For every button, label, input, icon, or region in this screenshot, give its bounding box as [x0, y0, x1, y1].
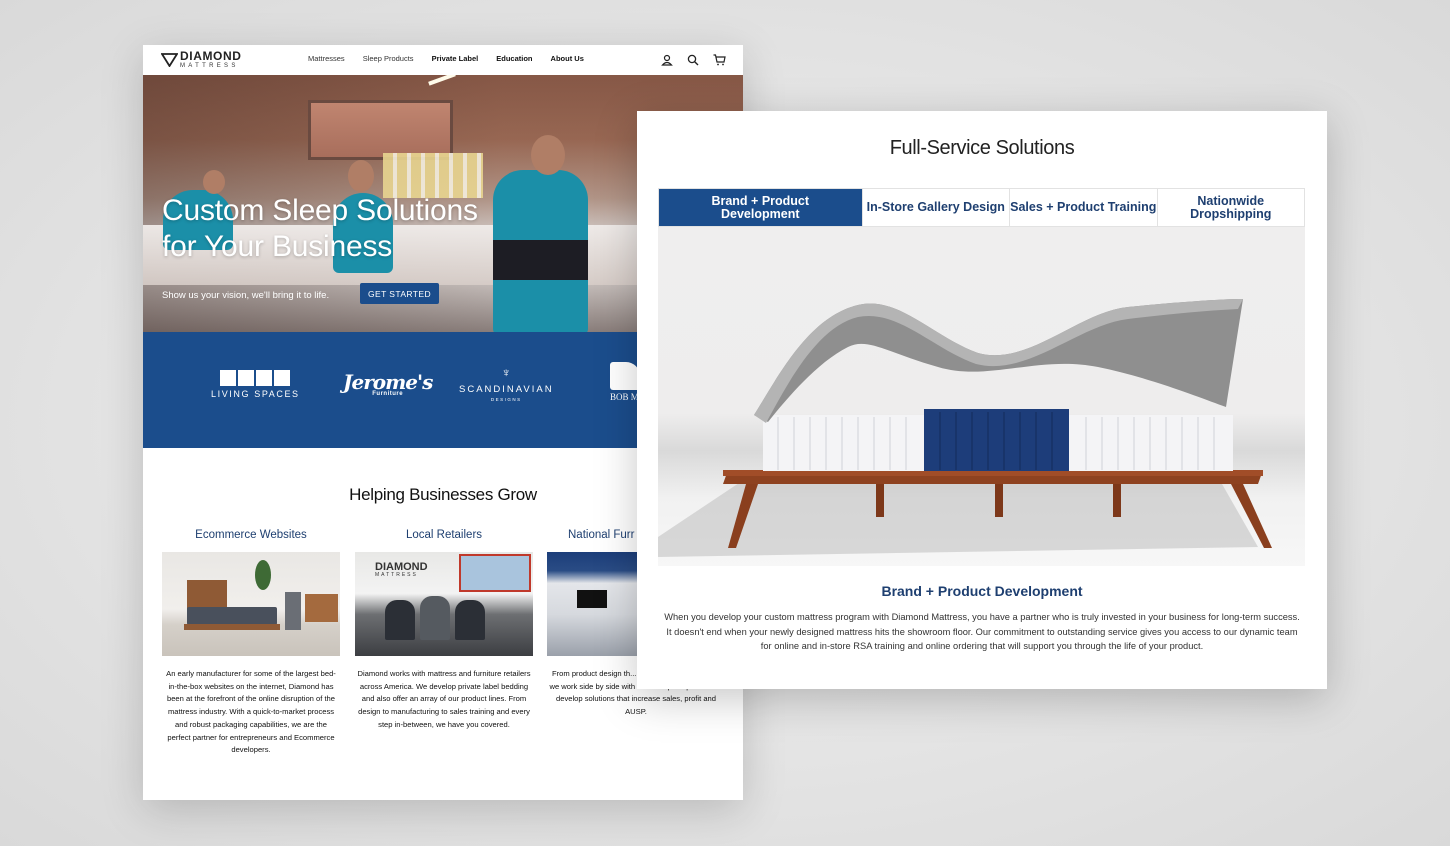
column-text: Diamond works with mattress and furnitur… [357, 669, 531, 729]
column-local-retailers: Local Retailers DIAMOND MATTRESS Diamond… [354, 529, 534, 732]
logo-sub-text: MATTRESS [180, 63, 239, 69]
hero-photo-head [531, 135, 565, 175]
nav-about-us[interactable]: About Us [551, 54, 584, 63]
scandinavian-sub: DESIGNS [490, 397, 522, 402]
get-started-button[interactable]: GET STARTED [360, 283, 439, 304]
nav-mattresses[interactable]: Mattresses [308, 54, 345, 63]
headboard-shape [187, 580, 227, 610]
nav-private-label[interactable]: Private Label [432, 54, 479, 63]
person-shape [385, 600, 415, 640]
lamp-icon [256, 370, 273, 386]
retailers-image: DIAMOND MATTRESS [355, 552, 533, 656]
column-ecommerce: Ecommerce Websites An early manufacturer… [161, 529, 341, 757]
solutions-screenshot: Full-Service Solutions Brand + Product D… [637, 111, 1327, 689]
nav-education[interactable]: Education [496, 54, 532, 63]
tab-nationwide-dropshipping[interactable]: Nationwide Dropshipping [1156, 189, 1305, 226]
column-text: An early manufacturer for some of the la… [166, 669, 336, 755]
bed-leg [995, 484, 1003, 517]
coil-block-blue [924, 409, 1069, 471]
plant-shape [255, 560, 271, 590]
scandinavian-designs-logo[interactable]: ♆ SCANDINAVIAN DESIGNS [459, 365, 554, 403]
solution-description: When you develop your custom mattress pr… [664, 612, 1300, 651]
mattress-product-image [658, 227, 1305, 566]
jeromes-logo[interactable]: Jerome's Furniture [343, 370, 433, 397]
nav-sleep-products[interactable]: Sleep Products [363, 54, 414, 63]
scandinavian-name: SCANDINAVIAN [459, 384, 554, 395]
bed-leg [876, 484, 884, 517]
image-banner-sub: MATTRESS [375, 572, 418, 578]
column-title[interactable]: Local Retailers [354, 529, 534, 546]
tv-shape [577, 590, 607, 608]
hero-title: Custom Sleep Solutions for Your Business [162, 193, 478, 265]
top-nav: DIAMOND MATTRESS Mattresses Sleep Produc… [143, 45, 743, 75]
search-icon[interactable] [687, 53, 699, 66]
solution-subtitle: Brand + Product Development [881, 583, 1083, 599]
diamond-logo-icon [161, 52, 178, 67]
diamond-logo[interactable]: DIAMOND MATTRESS [161, 50, 242, 69]
bob-mark-icon [610, 362, 640, 390]
dresser-shape [305, 594, 338, 622]
tab-sales-product-training[interactable]: Sales + Product Training [1009, 189, 1157, 226]
hero-photo-head [348, 160, 374, 192]
solutions-title: Full-Service Solutions [889, 137, 1075, 159]
tree-icon: ♆ [501, 365, 512, 380]
hero-subtitle: Show us your vision, we'll bring it to l… [162, 290, 330, 301]
sofa-icon [274, 370, 291, 386]
mattress-box-shape [285, 592, 301, 630]
bedroom-image [162, 552, 340, 656]
bedframe-shape [184, 624, 280, 630]
tab-brand-product-development[interactable]: Brand + Product Development [659, 189, 862, 226]
person-shape [420, 596, 450, 640]
hero-photo-light [428, 75, 456, 86]
wall-art-shape [459, 554, 531, 592]
image-banner: DIAMOND MATTRESS [375, 562, 428, 578]
dresser-icon [238, 370, 255, 386]
mattress-shape [187, 607, 277, 625]
hero-photo-board [383, 153, 483, 198]
bed-icon [220, 370, 237, 386]
solutions-tabs: Brand + Product Development In-Store Gal… [658, 188, 1305, 227]
living-spaces-logo[interactable]: LIVING SPACES [211, 370, 300, 399]
living-spaces-name: LIVING SPACES [211, 389, 300, 399]
hero-title-line: Custom Sleep Solutions [162, 194, 478, 227]
column-title[interactable]: Ecommerce Websites [161, 529, 341, 546]
account-icon[interactable] [661, 53, 673, 66]
mattress-illustration [658, 299, 1272, 557]
hero-photo-head [203, 170, 225, 194]
nav-links: Mattresses Sleep Products Private Label … [308, 54, 584, 63]
bed-leg [1113, 484, 1121, 517]
hero-title-line: for Your Business [162, 230, 393, 263]
hero-photo-window [308, 100, 453, 160]
living-spaces-icons [211, 370, 300, 386]
tab-in-store-gallery-design[interactable]: In-Store Gallery Design [861, 189, 1010, 226]
hero-photo-belt [493, 240, 588, 280]
logo-main-text: DIAMOND [180, 49, 242, 63]
cart-icon[interactable] [713, 53, 726, 66]
person-shape [455, 600, 485, 640]
